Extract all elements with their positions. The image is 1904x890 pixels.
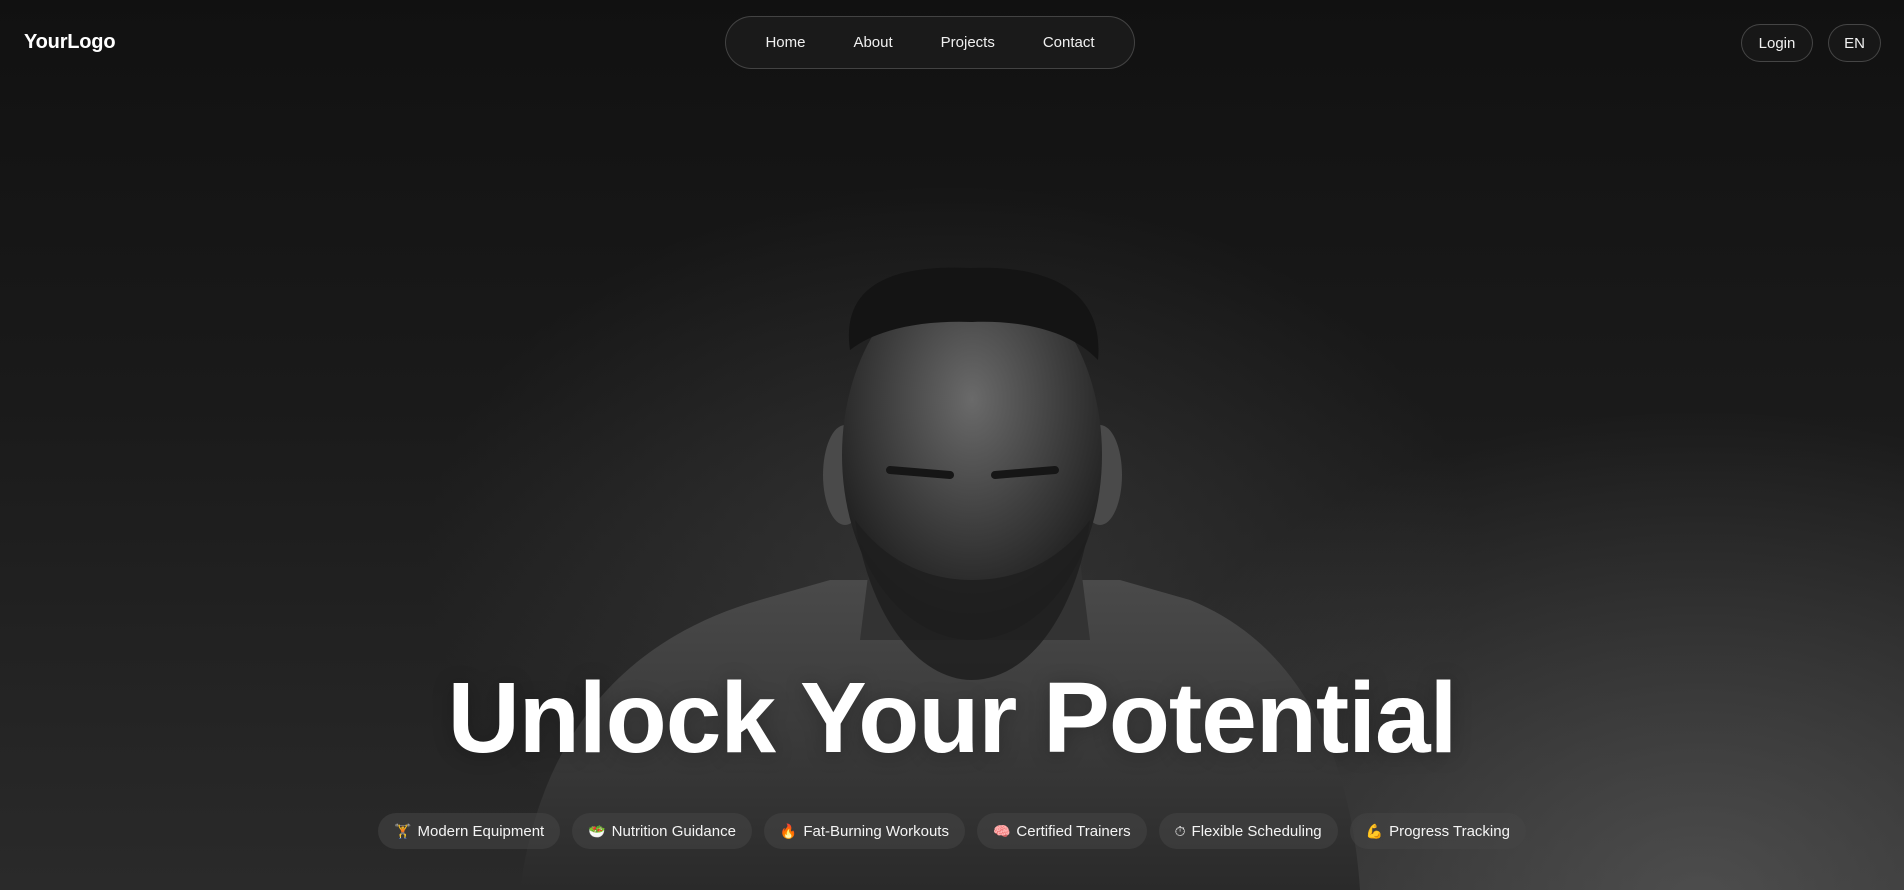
feature-chip: 🔥 Fat-Burning Workouts — [763, 813, 965, 849]
feature-chip-label: Modern Equipment — [417, 822, 545, 840]
login-button[interactable]: Login — [1741, 24, 1813, 62]
feature-chip: ⏱ Flexible Scheduling — [1158, 813, 1338, 849]
nav-about[interactable]: About — [853, 34, 892, 51]
feature-chip: 🧠 Certified Trainers — [976, 813, 1147, 849]
nav-contact[interactable]: Contact — [1043, 34, 1095, 51]
feature-chips: 🏋 Modern Equipment 🥗 Nutrition Guidance … — [0, 813, 1904, 849]
site-logo[interactable]: YourLogo — [24, 31, 116, 54]
hero-headline: Unlock Your Potential — [447, 662, 1458, 774]
feature-chip-label: Flexible Scheduling — [1191, 822, 1322, 840]
feature-chip-label: Progress Tracking — [1389, 822, 1510, 840]
feature-chip: 💪 Progress Tracking — [1349, 813, 1526, 849]
flexed-bicep-icon: 💪 — [1365, 822, 1384, 839]
feature-chip: 🏋 Modern Equipment — [378, 813, 561, 849]
fire-icon: 🔥 — [779, 822, 798, 839]
weightlifting-icon: 🏋 — [394, 822, 412, 839]
nav-home[interactable]: Home — [765, 34, 805, 51]
hero-section: YourLogo Home About Projects Contact Log… — [0, 0, 1904, 890]
brain-icon: 🧠 — [992, 822, 1011, 839]
stopwatch-icon: ⏱ — [1174, 822, 1186, 839]
salad-icon: 🥗 — [588, 822, 606, 839]
main-navigation: Home About Projects Contact — [725, 16, 1135, 69]
feature-chip-label: Nutrition Guidance — [611, 822, 736, 840]
feature-chip-label: Fat-Burning Workouts — [803, 822, 949, 840]
language-selector-button[interactable]: EN — [1828, 24, 1881, 62]
nav-projects[interactable]: Projects — [941, 34, 995, 51]
feature-chip-label: Certified Trainers — [1016, 822, 1131, 840]
feature-chip: 🥗 Nutrition Guidance — [572, 813, 752, 849]
